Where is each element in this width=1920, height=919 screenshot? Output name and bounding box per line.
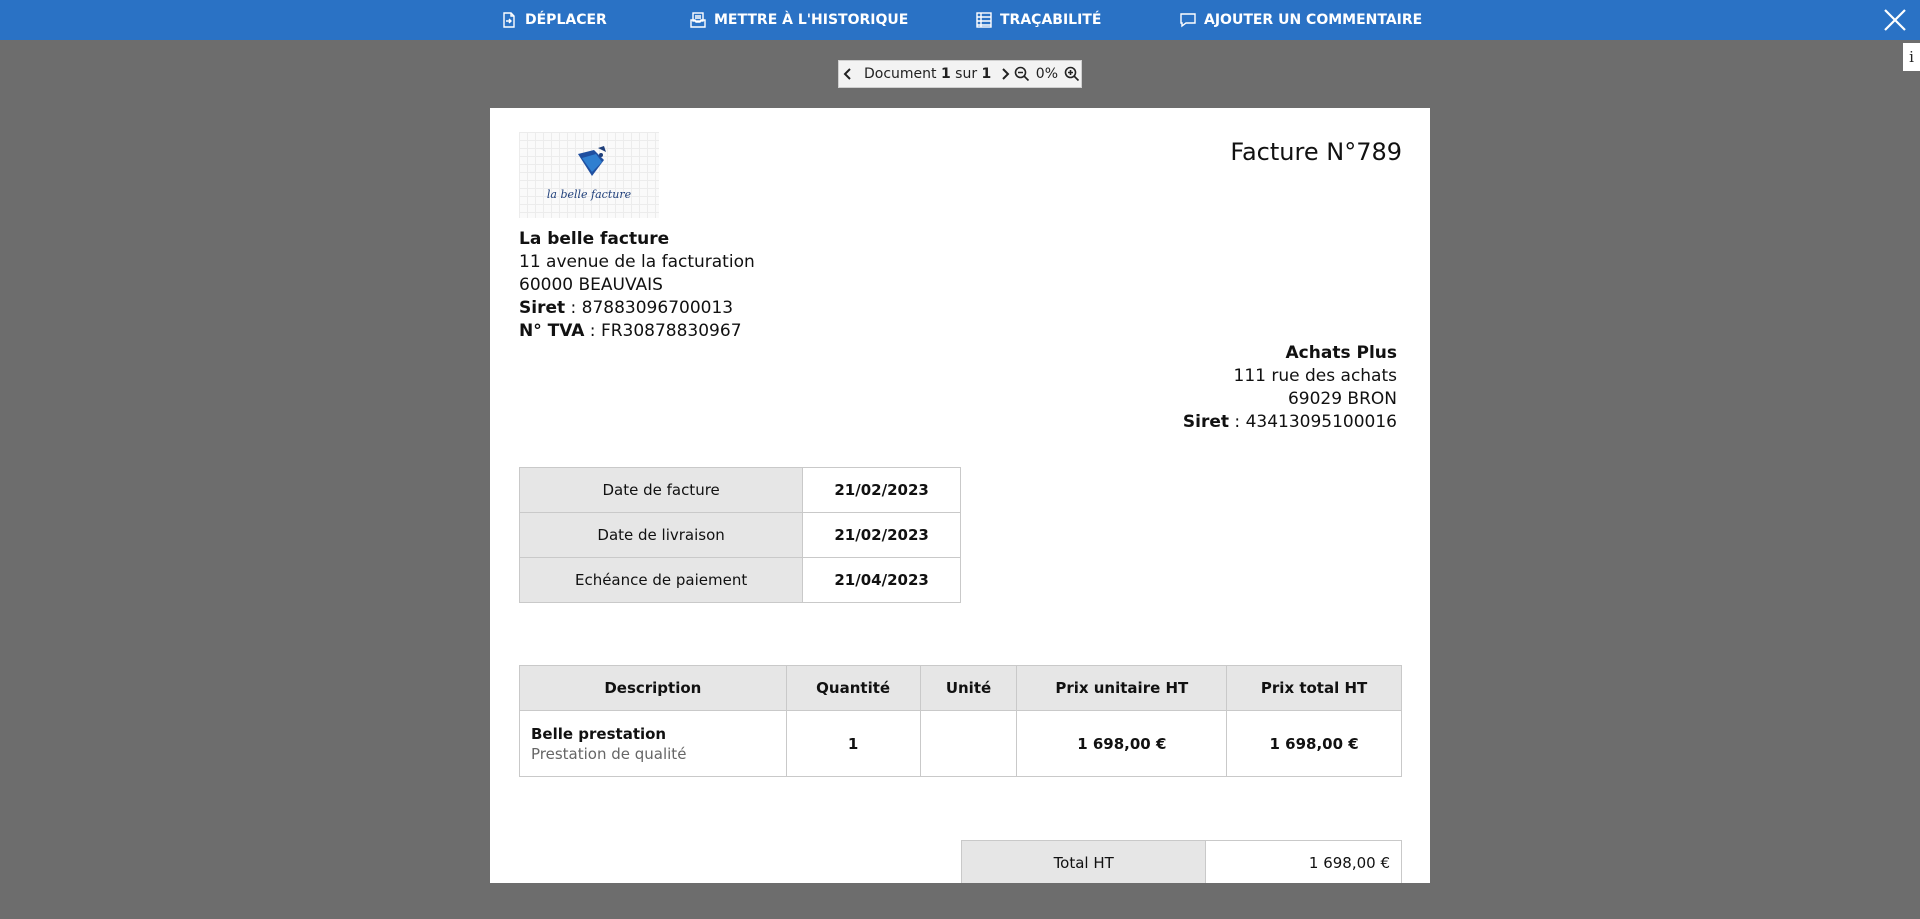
buyer-siret: Siret : 43413095100016 [1182, 412, 1397, 432]
seller-address-line2: 60000 BEAUVAIS [519, 275, 663, 295]
archive-icon [689, 11, 707, 29]
seller-vat: N° TVA : FR30878830967 [519, 321, 742, 341]
zoom-level: 0% [1035, 66, 1059, 82]
history-button[interactable]: METTRE À L'HISTORIQUE [689, 0, 908, 40]
info-tab[interactable]: i [1903, 43, 1920, 71]
table-row: Echéance de paiement 21/04/2023 [518, 557, 961, 603]
document-logo-icon [578, 146, 606, 176]
buyer-address-line1: 111 rue des achats [1233, 366, 1397, 386]
items-table: Description Quantité Unité Prix unitaire… [519, 665, 1402, 777]
move-document-icon [500, 11, 518, 29]
close-button[interactable] [1880, 5, 1910, 35]
buyer-address: Achats Plus 111 rue des achats 69029 BRO… [1183, 342, 1397, 434]
previous-document-button[interactable] [839, 61, 858, 87]
close-icon [1880, 5, 1910, 35]
item-quantity: 1 [785, 710, 921, 777]
move-label: DÉPLACER [525, 12, 607, 28]
date-label: Date de livraison [518, 512, 804, 558]
table-row: Total HT 1 698,00 € [960, 840, 1402, 883]
total-label: Total HT [960, 840, 1207, 883]
date-label: Date de facture [518, 467, 804, 513]
zoom-in-button[interactable] [1062, 61, 1081, 87]
column-header: Prix unitaire HT [1016, 665, 1228, 711]
dates-table: Date de facture 21/02/2023 Date de livra… [518, 467, 961, 603]
document-navigator: Document 1 sur 1 0% [838, 60, 1082, 88]
seller-address-line1: 11 avenue de la facturation [519, 252, 755, 272]
traceability-button[interactable]: TRAÇABILITÉ [975, 0, 1101, 40]
company-logo: la belle facture [519, 132, 659, 218]
list-icon [975, 11, 993, 29]
seller-name: La belle facture [519, 229, 670, 249]
table-row: Date de facture 21/02/2023 [518, 467, 961, 513]
next-document-button[interactable] [997, 61, 1013, 87]
comment-label: AJOUTER UN COMMENTAIRE [1204, 12, 1423, 28]
chevron-left-icon [844, 68, 852, 80]
item-title: Belle prestation [531, 724, 667, 743]
date-value: 21/02/2023 [802, 467, 961, 513]
chevron-right-icon [1002, 68, 1010, 80]
move-button[interactable]: DÉPLACER [500, 0, 607, 40]
invoice-page: la belle facture Facture N°789 La belle … [490, 108, 1430, 883]
item-unit-price: 1 698,00 € [1016, 710, 1228, 777]
logo-text: la belle facture [546, 188, 632, 201]
table-row: Date de livraison 21/02/2023 [518, 512, 961, 558]
document-counter: Document 1 sur 1 [863, 66, 992, 82]
column-header: Description [519, 665, 787, 711]
column-header: Prix total HT [1226, 665, 1402, 711]
invoice-title: Facture N°789 [1230, 138, 1402, 166]
top-toolbar: DÉPLACER METTRE À L'HISTORIQUE TRAÇABILI… [0, 0, 1920, 40]
date-value: 21/02/2023 [802, 512, 961, 558]
table-header-row: Description Quantité Unité Prix unitaire… [519, 665, 1402, 711]
add-comment-button[interactable]: AJOUTER UN COMMENTAIRE [1179, 0, 1422, 40]
item-subtitle: Prestation de qualité [531, 744, 687, 763]
date-value: 21/04/2023 [802, 557, 961, 603]
zoom-in-icon [1064, 66, 1079, 82]
date-label: Echéance de paiement [518, 557, 804, 603]
total-value: 1 698,00 € [1205, 840, 1402, 883]
seller-siret: Siret : 87883096700013 [519, 298, 734, 318]
comment-icon [1179, 11, 1197, 29]
item-total: 1 698,00 € [1226, 710, 1402, 777]
column-header: Quantité [785, 665, 921, 711]
item-unit [919, 710, 1018, 777]
buyer-name: Achats Plus [1285, 343, 1397, 363]
zoom-out-button[interactable] [1013, 61, 1032, 87]
seller-address: La belle facture 11 avenue de la factura… [519, 228, 755, 343]
item-description: Belle prestation Prestation de qualité [519, 710, 787, 777]
history-label: METTRE À L'HISTORIQUE [714, 12, 909, 28]
buyer-address-line2: 69029 BRON [1287, 389, 1397, 409]
totals-table: Total HT 1 698,00 € [960, 840, 1402, 883]
info-icon: i [1909, 48, 1914, 66]
traceability-label: TRAÇABILITÉ [1000, 12, 1102, 28]
column-header: Unité [919, 665, 1018, 711]
zoom-out-icon [1015, 66, 1030, 82]
table-row: Belle prestation Prestation de qualité 1… [519, 710, 1402, 777]
